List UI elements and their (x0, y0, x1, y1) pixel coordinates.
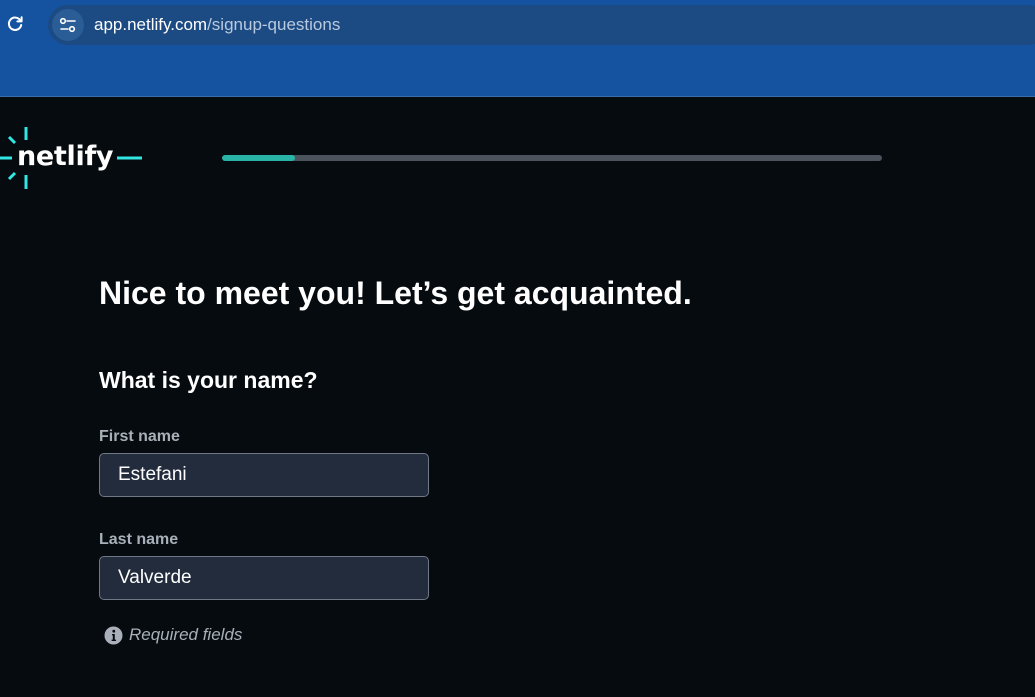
netlify-logo[interactable]: netlify (0, 126, 150, 192)
logo-wordmark: netlify (17, 141, 114, 172)
signup-progress-bar (222, 155, 882, 161)
url-host: app.netlify.com (94, 15, 208, 34)
progress-fill (222, 155, 295, 161)
required-note: Required fields (104, 624, 242, 646)
required-note-text: Required fields (129, 625, 243, 644)
url-path: /signup-questions (207, 15, 341, 34)
last-name-input[interactable] (99, 556, 429, 600)
info-icon (104, 626, 123, 644)
reload-icon[interactable] (4, 13, 26, 35)
address-bar[interactable]: app.netlify.com/signup-questions (48, 5, 1035, 45)
page-title: Nice to meet you! Let’s get acquainted. (99, 275, 692, 311)
name-question: What is your name? (99, 367, 318, 393)
first-name-input[interactable] (99, 453, 429, 497)
tune-icon[interactable] (52, 9, 84, 41)
last-name-label: Last name (99, 531, 179, 548)
first-name-label: First name (99, 428, 180, 445)
browser-toolbar: app.netlify.com/signup-questions (0, 0, 1035, 97)
url-text[interactable]: app.netlify.com/signup-questions (94, 15, 340, 35)
